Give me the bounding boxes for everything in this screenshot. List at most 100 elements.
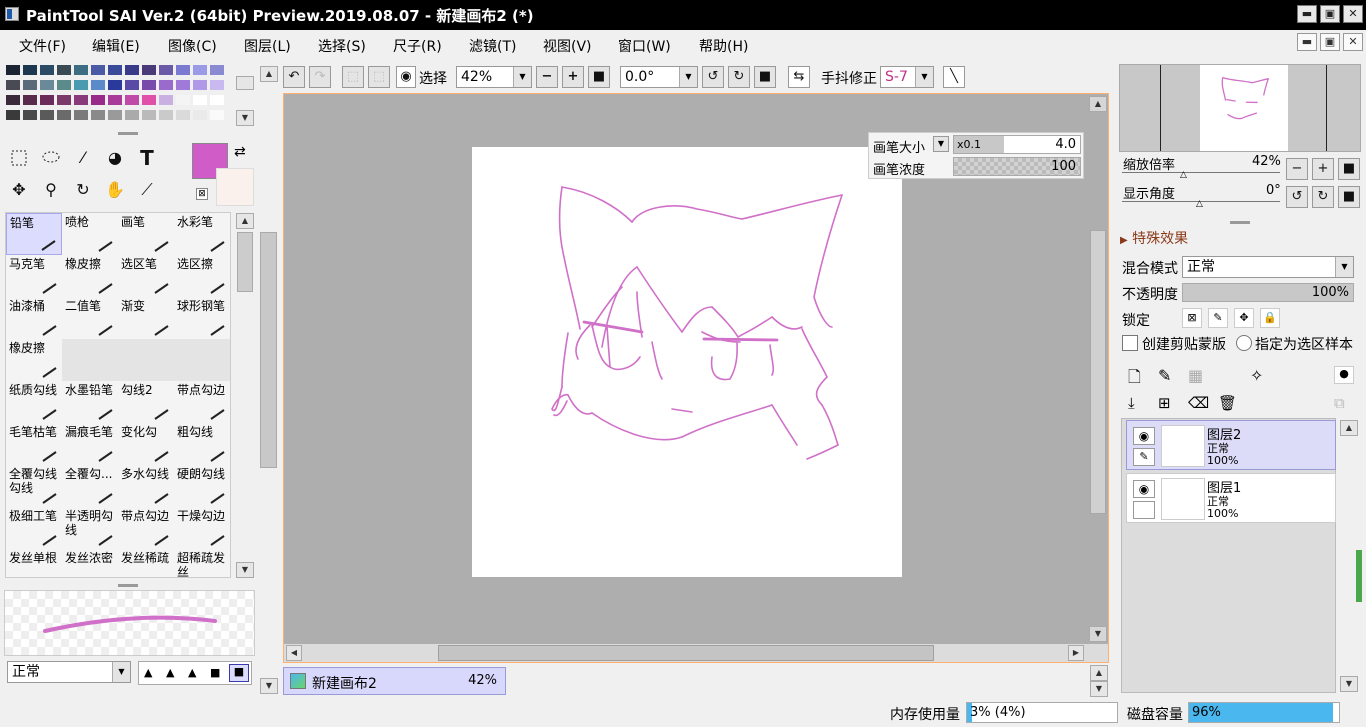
brush-size-dropdown[interactable]: ▼	[933, 136, 949, 152]
color-swatch[interactable]	[91, 95, 105, 105]
menu-image[interactable]: 图像(C)	[168, 36, 217, 56]
layer-blend-mode-select[interactable]: 正常 ▼	[1182, 256, 1354, 278]
new-pen-layer-icon[interactable]: ✎	[1158, 366, 1171, 385]
lock-all-icon[interactable]: 🔒	[1260, 308, 1280, 328]
zoom-ratio-slider[interactable]	[1122, 172, 1280, 173]
brush-blend-mode-select[interactable]: 正常 ▼	[7, 661, 131, 683]
brush-slot[interactable]: 喷枪	[62, 213, 118, 255]
lock-move-icon[interactable]: ✥	[1234, 308, 1254, 328]
add-layer-icon[interactable]: ⊞	[1158, 394, 1171, 412]
color-swatch[interactable]	[57, 65, 71, 75]
zoom-icon[interactable]: ⚲	[37, 176, 65, 204]
panel-splitter[interactable]	[118, 584, 138, 587]
brush-slot[interactable]: 带点勾边	[118, 507, 174, 549]
panel-splitter[interactable]	[1230, 221, 1250, 224]
color-swatch[interactable]	[57, 80, 71, 90]
color-swatch[interactable]	[57, 95, 71, 105]
rect-select-icon[interactable]	[5, 144, 33, 172]
color-swatch[interactable]	[74, 95, 88, 105]
invert-select-icon[interactable]: ⬚	[368, 66, 390, 88]
color-swatch[interactable]	[23, 110, 37, 120]
layer-effects-icon[interactable]: ✧	[1250, 366, 1263, 385]
brush-slot[interactable]: 渐变	[118, 297, 174, 339]
brush-slot[interactable]	[118, 339, 174, 381]
color-swatch[interactable]	[176, 110, 190, 120]
brush-slot[interactable]: 极细工笔	[6, 507, 62, 549]
color-swatch[interactable]	[193, 110, 207, 120]
rotate-left-button[interactable]: ↺	[702, 66, 724, 88]
selection-sample-radio[interactable]	[1236, 335, 1252, 351]
layer-edit-icon[interactable]	[1133, 501, 1155, 519]
color-swatch[interactable]	[210, 65, 224, 75]
undo-icon[interactable]: ↶	[283, 66, 305, 88]
color-swatch[interactable]	[142, 95, 156, 105]
brush-slot[interactable]: 全覆勾...	[62, 465, 118, 507]
canvas-hscroll-track[interactable]: ◀ ▶	[284, 644, 1108, 662]
visibility-eye-icon[interactable]: ◉	[1133, 480, 1155, 498]
color-swatch[interactable]	[159, 110, 173, 120]
nav-zoom-reset-button[interactable]: ■	[1338, 158, 1360, 180]
shape-flat-icon[interactable]: ▲	[188, 666, 196, 679]
brush-slot[interactable]: 带点勾边	[174, 381, 230, 423]
canvas-scroll-right[interactable]: ▶	[1068, 645, 1084, 661]
layer-opacity-slider[interactable]: 100%	[1182, 283, 1354, 302]
color-swatch[interactable]	[108, 95, 122, 105]
canvas-scroll-up[interactable]: ▲	[1089, 96, 1107, 112]
brush-slot[interactable]: 橡皮擦	[62, 255, 118, 297]
color-swatch[interactable]	[23, 65, 37, 75]
clip-mask-checkbox[interactable]	[1122, 335, 1138, 351]
clear-layer-icon[interactable]: ⌫	[1188, 394, 1209, 412]
menu-select[interactable]: 选择(S)	[318, 36, 366, 56]
color-swatch[interactable]	[91, 110, 105, 120]
minimize-button[interactable]: ▬	[1297, 5, 1317, 23]
brush-scroll-up[interactable]: ▲	[236, 213, 254, 229]
color-swatch[interactable]	[142, 65, 156, 75]
brush-slot[interactable]: 水墨铅笔	[62, 381, 118, 423]
brush-slot[interactable]: 纸质勾线	[6, 381, 62, 423]
shape-block-icon[interactable]: ■	[229, 664, 249, 682]
new-folder-icon[interactable]: ▦	[1188, 366, 1203, 385]
merge-down-icon[interactable]: ⤓	[1128, 394, 1135, 412]
layer-edit-icon[interactable]: ✎	[1133, 448, 1155, 466]
color-swatch[interactable]	[142, 110, 156, 120]
lasso-icon[interactable]	[37, 144, 65, 172]
color-swatch[interactable]	[210, 95, 224, 105]
nav-rotate-reset-button[interactable]: ■	[1338, 186, 1360, 208]
color-swatch[interactable]	[91, 65, 105, 75]
color-swatch[interactable]	[74, 65, 88, 75]
brush-slot[interactable]: 变化勾	[118, 423, 174, 465]
color-swatch[interactable]	[176, 95, 190, 105]
hand-icon[interactable]: ✋	[101, 176, 129, 204]
brush-slot[interactable]: 半透明勾线	[62, 507, 118, 549]
menu-view[interactable]: 视图(V)	[543, 36, 592, 56]
brush-slot[interactable]: 橡皮擦	[6, 339, 62, 381]
color-swatch[interactable]	[108, 80, 122, 90]
brush-density-slider[interactable]: 100	[953, 157, 1081, 176]
color-swatch[interactable]	[210, 110, 224, 120]
special-effects-toggle[interactable]: ▶ 特殊效果	[1120, 228, 1188, 248]
color-swatch[interactable]	[23, 80, 37, 90]
deselect-icon[interactable]: ⬚	[342, 66, 364, 88]
menu-layer[interactable]: 图层(L)	[244, 36, 291, 56]
rotate-right-button[interactable]: ↻	[728, 66, 750, 88]
doc-restore-button[interactable]: ▣	[1320, 33, 1340, 51]
canvas-hscroll-thumb[interactable]	[438, 645, 934, 661]
color-swatch[interactable]	[125, 65, 139, 75]
layer-mask-icon[interactable]: ●	[1334, 366, 1354, 384]
color-swatch[interactable]	[108, 65, 122, 75]
visibility-eye-icon[interactable]: ◉	[1133, 427, 1155, 445]
brush-shape-selector[interactable]: ▲ ▲ ▲ ■ ■	[138, 661, 252, 685]
lock-transparency-icon[interactable]: ⊠	[1182, 308, 1202, 328]
magic-wand-icon[interactable]: ⁄	[69, 144, 97, 172]
color-swatch[interactable]	[176, 65, 190, 75]
color-swatch[interactable]	[6, 95, 20, 105]
rotate-icon[interactable]: ↻	[69, 176, 97, 204]
canvas-left-scroll-down[interactable]: ▼	[260, 678, 278, 694]
color-swatch[interactable]	[6, 65, 20, 75]
color-swatch[interactable]	[91, 80, 105, 90]
rotate-reset-button[interactable]: ■	[754, 66, 776, 88]
doc-close-button[interactable]: ✕	[1343, 33, 1363, 51]
color-swatch[interactable]	[57, 110, 71, 120]
menu-help[interactable]: 帮助(H)	[699, 36, 748, 56]
color-swatch[interactable]	[142, 80, 156, 90]
